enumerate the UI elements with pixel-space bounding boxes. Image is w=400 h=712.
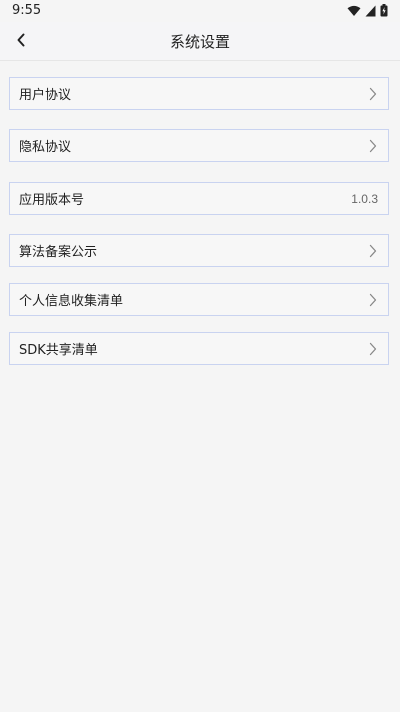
chevron-right-icon bbox=[368, 86, 378, 102]
status-icons bbox=[347, 2, 388, 21]
item-label: 隐私协议 bbox=[19, 140, 72, 155]
algorithm-filing-item[interactable]: 算法备案公示 bbox=[9, 234, 389, 267]
status-bar: 9:55 bbox=[0, 0, 400, 22]
item-label: SDK共享清单 bbox=[19, 343, 98, 358]
user-agreement-item[interactable]: 用户协议 bbox=[9, 77, 389, 110]
status-time: 9:55 bbox=[12, 3, 42, 18]
chevron-right-icon bbox=[368, 243, 378, 259]
chevron-right-icon bbox=[368, 341, 378, 357]
chevron-right-icon bbox=[368, 292, 378, 308]
item-label: 个人信息收集清单 bbox=[19, 294, 124, 309]
item-label: 算法备案公示 bbox=[19, 245, 98, 260]
personal-info-list-item[interactable]: 个人信息收集清单 bbox=[9, 283, 389, 316]
signal-icon bbox=[365, 2, 376, 21]
item-label: 应用版本号 bbox=[19, 193, 85, 208]
nav-bar: 系统设置 bbox=[0, 22, 400, 61]
chevron-right-icon bbox=[368, 138, 378, 154]
sdk-sharing-list-item[interactable]: SDK共享清单 bbox=[9, 332, 389, 365]
battery-charging-icon bbox=[380, 2, 388, 21]
privacy-agreement-item[interactable]: 隐私协议 bbox=[9, 129, 389, 162]
item-label: 用户协议 bbox=[19, 88, 72, 103]
wifi-icon bbox=[347, 2, 361, 21]
app-version-item: 应用版本号 1.0.3 bbox=[9, 182, 389, 215]
app-version-value: 1.0.3 bbox=[351, 191, 378, 206]
page-title: 系统设置 bbox=[169, 33, 230, 51]
